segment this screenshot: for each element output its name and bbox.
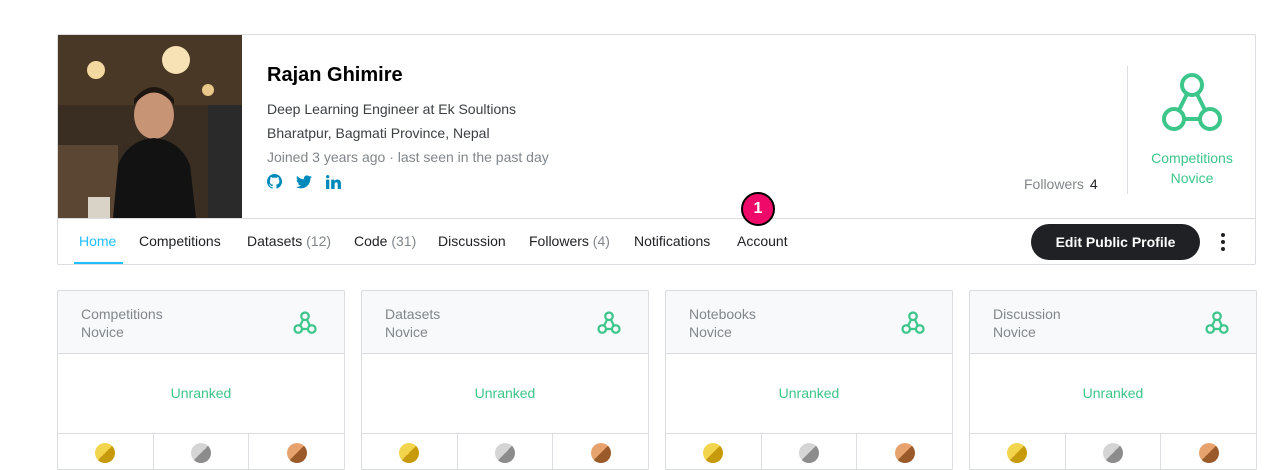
bronze-medal [553,434,648,469]
stat-card-header: Datasets Novice [362,291,648,354]
gold-medal [666,434,762,469]
stat-card-header: Competitions Novice [58,291,344,354]
novice-tier-icon [1205,311,1229,334]
profile-location: Bharatpur, Bagmati Province, Nepal [267,125,490,141]
silver-medal [458,434,554,469]
stat-card-datasets: Datasets Novice Unranked [361,290,649,470]
gold-medal-icon [1007,443,1028,463]
gold-medal-icon [399,443,420,463]
followers-label: Followers [1024,176,1084,192]
tab-home[interactable]: Home [79,233,116,249]
novice-tier-icon [1162,73,1222,131]
tab-label: Notifications [634,233,711,249]
novice-tier-icon [293,311,317,334]
social-links [267,174,341,189]
tab-competitions[interactable]: Competitions [139,233,221,249]
bronze-medal-icon [590,443,611,463]
bronze-medal-icon [894,443,915,463]
tab-label: Home [79,233,117,249]
stat-card-discussion: Discussion Novice Unranked [969,290,1257,470]
followers-count[interactable]: Followers 4 [1024,176,1098,192]
stat-card-competitions: Competitions Novice Unranked [57,290,345,470]
bronze-medal [857,434,952,469]
gold-medal [362,434,458,469]
bronze-medal-icon [1198,443,1219,463]
edit-public-profile-button[interactable]: Edit Public Profile [1031,224,1200,260]
profile-photo [58,35,242,218]
profile-name: Rajan Ghimire [267,64,403,86]
silver-medal-icon [495,443,515,463]
silver-medal [154,434,250,469]
stat-card-title: Discussion [993,306,1061,322]
silver-medal-icon [1103,443,1123,463]
profile-tabs: Home Competitions Datasets (12) Code (31… [58,218,1255,264]
tier-level: Novice [1170,170,1214,186]
bronze-medal [249,434,344,469]
profile-card: Rajan Ghimire Deep Learning Engineer at … [57,34,1256,265]
bronze-medal-icon [286,443,307,463]
tab-label: Account [737,233,788,249]
tab-label: Discussion [438,233,506,249]
silver-medal [762,434,858,469]
gold-medal [58,434,154,469]
followers-number: 4 [1089,176,1098,192]
tab-count: (4) [592,233,610,249]
stat-card-rank: Unranked [474,385,536,401]
silver-medal-icon [799,443,819,463]
stat-card-header: Discussion Novice [970,291,1256,354]
tab-count: (12) [306,233,332,249]
stat-card-tier: Novice [385,324,428,340]
tab-followers[interactable]: Followers (4) [529,233,610,249]
stat-card-rank: Unranked [778,385,840,401]
profile-joined: Joined 3 years ago · last seen in the pa… [267,149,549,165]
silver-medal-icon [191,443,211,463]
notification-badge: 1 [741,192,775,226]
medal-row [362,433,648,469]
tier-category: Competitions [1151,150,1233,166]
tab-label: Followers [529,233,589,249]
stat-card-header: Notebooks Novice [666,291,952,354]
tab-code[interactable]: Code (31) [354,233,416,249]
stat-card-title: Competitions [81,306,163,322]
gold-medal-icon [95,443,116,463]
tab-label: Competitions [139,233,221,249]
github-icon[interactable] [267,174,282,189]
active-tab-indicator [74,262,123,264]
novice-tier-icon [901,311,925,334]
medal-row [58,433,344,469]
linkedin-icon[interactable] [326,174,341,189]
tab-discussion[interactable]: Discussion [438,233,506,249]
stat-card-rank: Unranked [170,385,232,401]
tab-count: (31) [391,233,417,249]
stat-card-tier: Novice [993,324,1036,340]
more-options-icon[interactable] [1214,231,1232,253]
stat-card-title: Notebooks [689,306,756,322]
tier-block: Competitions Novice [1128,71,1255,188]
tab-label: Code [354,233,388,249]
novice-tier-icon [597,311,621,334]
stat-card-tier: Novice [81,324,124,340]
twitter-icon[interactable] [296,174,312,189]
medal-row [666,433,952,469]
silver-medal [1066,434,1162,469]
gold-medal [970,434,1066,469]
tab-account[interactable]: Account [737,233,788,249]
stat-card-notebooks: Notebooks Novice Unranked [665,290,953,470]
stat-card-title: Datasets [385,306,441,322]
medal-row [970,433,1256,469]
stat-card-rank: Unranked [1082,385,1144,401]
stat-card-tier: Novice [689,324,732,340]
tab-notifications[interactable]: Notifications [634,233,710,249]
bronze-medal [1161,434,1256,469]
profile-occupation: Deep Learning Engineer at Ek Soultions [267,101,517,117]
tab-datasets[interactable]: Datasets (12) [247,233,331,249]
gold-medal-icon [703,443,724,463]
tab-label: Datasets [247,233,303,249]
